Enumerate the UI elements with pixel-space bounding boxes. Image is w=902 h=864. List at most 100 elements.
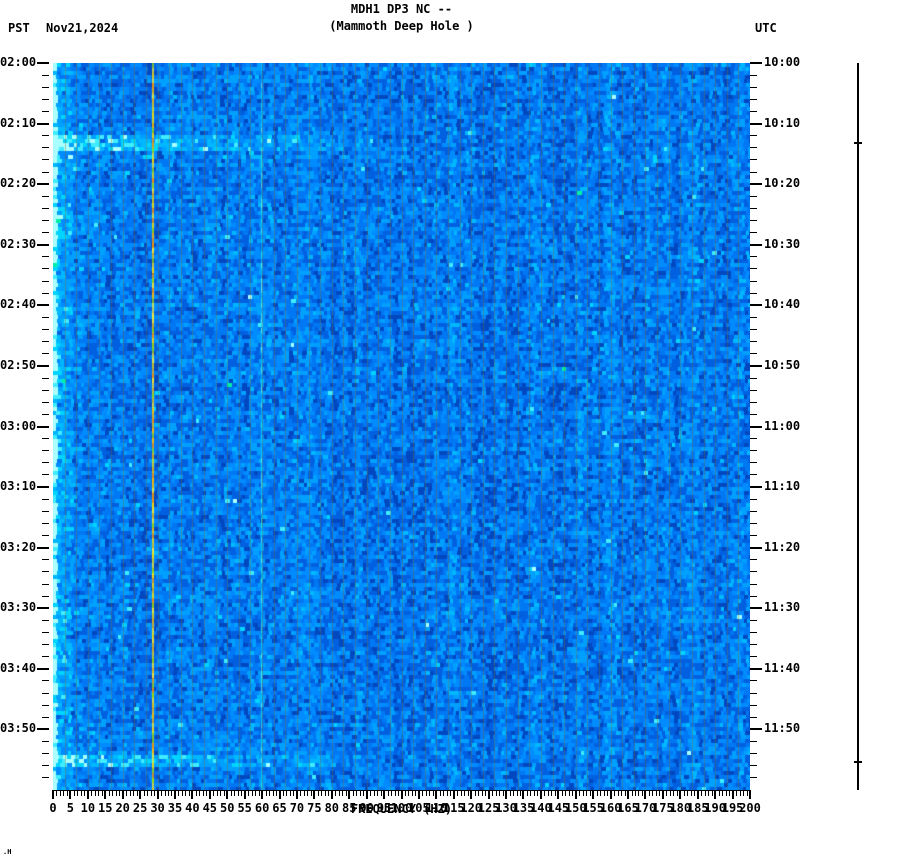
frequency-minor-tick <box>422 790 424 796</box>
frequency-major-tick <box>574 790 577 799</box>
frequency-minor-tick <box>537 790 539 796</box>
frequency-minor-tick <box>199 790 201 796</box>
frequency-minor-tick <box>129 790 131 796</box>
frequency-minor-tick <box>66 790 68 796</box>
frequency-minor-tick <box>530 790 532 796</box>
frequency-minor-tick <box>415 790 417 796</box>
right-axis-minor-tick <box>750 753 757 755</box>
left-axis-minor-tick <box>42 571 49 573</box>
left-axis-time-label: 02:00 <box>0 55 37 69</box>
frequency-minor-tick <box>669 790 671 796</box>
left-axis-minor-tick <box>42 522 49 524</box>
frequency-minor-tick <box>251 790 253 796</box>
frequency-minor-tick <box>119 790 121 796</box>
left-axis-major-tick <box>37 183 49 186</box>
frequency-minor-tick <box>467 790 469 796</box>
frequency-major-tick <box>295 790 298 799</box>
frequency-minor-tick <box>394 790 396 796</box>
frequency-major-tick <box>749 790 751 799</box>
frequency-minor-tick <box>181 790 183 796</box>
frequency-minor-tick <box>98 790 100 796</box>
right-axis-major-tick <box>750 243 762 246</box>
frequency-minor-tick <box>206 790 208 796</box>
frequency-minor-tick <box>94 790 96 796</box>
frequency-minor-tick <box>701 790 703 796</box>
frequency-minor-tick <box>600 790 602 796</box>
left-axis-major-tick <box>37 122 49 125</box>
frequency-minor-tick <box>446 790 448 796</box>
frequency-minor-tick <box>356 790 358 796</box>
frequency-minor-tick <box>115 790 117 796</box>
left-axis-minor-tick <box>42 353 49 355</box>
frequency-minor-tick <box>683 790 685 796</box>
frequency-minor-tick <box>56 790 58 796</box>
left-axis-time-label: 03:40 <box>0 660 37 675</box>
left-axis-minor-tick <box>42 535 49 537</box>
left-axis-minor-tick <box>42 268 49 270</box>
frequency-minor-tick <box>561 790 563 796</box>
frequency-minor-tick <box>474 790 476 796</box>
frequency-minor-tick <box>464 790 466 796</box>
frequency-major-tick <box>173 790 176 799</box>
left-axis-minor-tick <box>42 450 49 452</box>
frequency-minor-tick <box>404 790 406 796</box>
right-axis-minor-tick <box>750 135 757 137</box>
left-axis-time-label: 02:30 <box>0 236 37 251</box>
frequency-minor-tick <box>112 790 114 796</box>
left-axis-minor-tick <box>42 438 49 440</box>
frequency-minor-tick <box>300 790 302 796</box>
right-axis-time-label: 11:50 <box>764 721 801 736</box>
frequency-minor-tick <box>495 790 497 796</box>
frequency-major-tick <box>69 790 72 799</box>
frequency-minor-tick <box>293 790 295 796</box>
frequency-major-tick <box>592 790 595 799</box>
timezone-left-label: PST <box>8 21 30 35</box>
frequency-major-tick <box>139 790 142 799</box>
frequency-minor-tick <box>690 790 692 796</box>
left-axis-major-tick <box>37 364 49 367</box>
frequency-major-tick <box>487 790 490 799</box>
right-axis-minor-tick <box>750 377 757 379</box>
frequency-minor-tick <box>272 790 274 796</box>
frequency-minor-tick <box>429 790 431 796</box>
left-axis-minor-tick <box>42 716 49 718</box>
right-axis-minor-tick <box>750 571 757 573</box>
frequency-minor-tick <box>565 790 567 796</box>
frequency-major-tick <box>435 790 438 799</box>
frequency-minor-tick <box>432 790 434 796</box>
frequency-minor-tick <box>345 790 347 796</box>
left-axis-time-label: 03:10 <box>0 479 37 494</box>
left-axis-time-label: 02:50 <box>0 357 37 372</box>
frequency-major-tick <box>557 790 560 799</box>
frequency-major-tick <box>714 790 717 799</box>
frequency-minor-tick <box>704 790 706 796</box>
left-axis-minor-tick <box>42 147 49 149</box>
right-axis-minor-tick <box>750 159 757 161</box>
left-axis-minor-tick <box>42 559 49 561</box>
frequency-minor-tick <box>168 790 169 796</box>
frequency-minor-tick <box>307 790 309 796</box>
left-axis-minor-tick <box>42 462 49 464</box>
right-axis-major-tick <box>750 425 762 428</box>
left-axis-minor-tick <box>42 256 49 258</box>
frequency-minor-tick <box>317 790 319 796</box>
left-axis-minor-tick <box>42 656 49 658</box>
right-axis-time-label: 10:40 <box>764 297 801 312</box>
frequency-minor-tick <box>154 790 156 796</box>
left-axis-minor-tick <box>42 498 49 500</box>
frequency-major-tick <box>104 790 107 799</box>
right-axis-minor-tick <box>750 86 757 88</box>
left-axis-minor-tick <box>42 171 49 173</box>
frequency-minor-tick <box>526 790 528 796</box>
right-axis-minor-tick <box>750 413 757 415</box>
frequency-minor-tick <box>202 790 204 796</box>
frequency-minor-tick <box>460 790 462 796</box>
right-axis-time-label: 11:40 <box>764 660 801 675</box>
frequency-minor-tick <box>303 790 305 796</box>
right-axis-major-tick <box>750 607 762 610</box>
frequency-major-tick <box>208 790 211 799</box>
frequency-major-tick <box>522 790 525 799</box>
frequency-minor-tick <box>91 790 93 796</box>
frequency-major-tick <box>226 790 229 799</box>
right-axis-major-tick <box>750 728 762 731</box>
